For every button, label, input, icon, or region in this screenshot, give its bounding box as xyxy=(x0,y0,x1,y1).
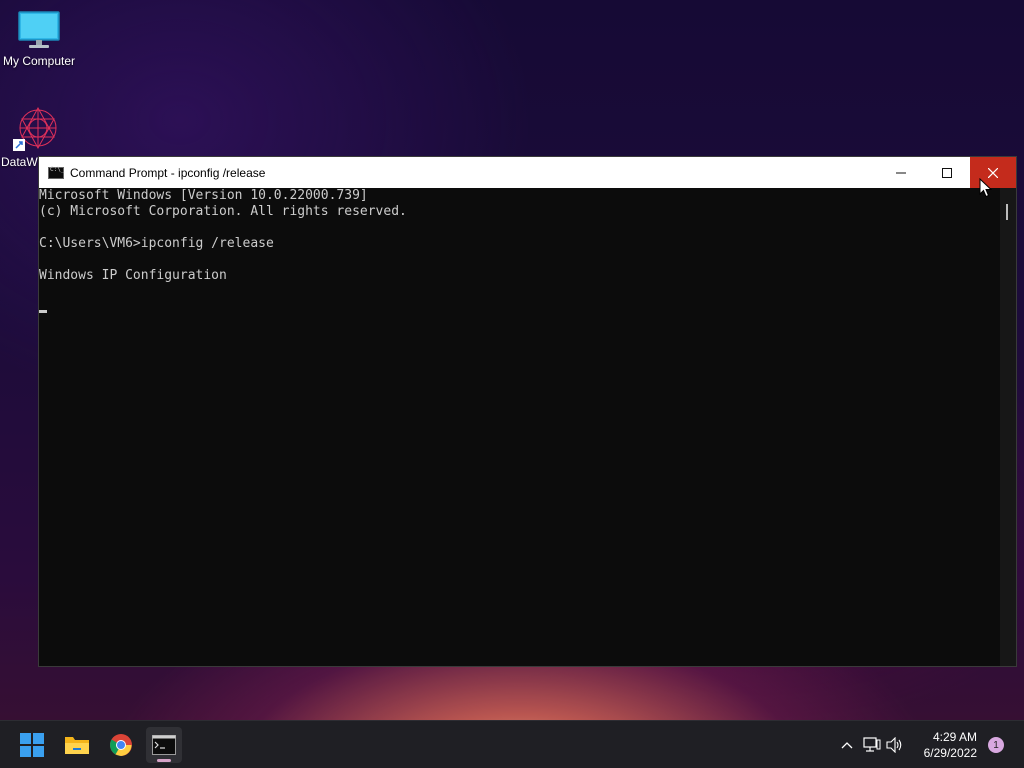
window-controls xyxy=(878,157,1016,188)
terminal-icon xyxy=(152,735,176,755)
maximize-icon xyxy=(942,167,952,178)
mouse-pointer-icon xyxy=(979,178,993,198)
console-line: Windows IP Configuration xyxy=(39,268,227,283)
close-button[interactable] xyxy=(970,157,1016,188)
window-title: Command Prompt - ipconfig /release xyxy=(70,165,266,180)
console-cursor-line xyxy=(39,300,1000,316)
taskbar-file-explorer[interactable] xyxy=(59,727,95,763)
network-icon xyxy=(863,737,881,752)
close-icon xyxy=(988,167,998,178)
taskbar-command-prompt[interactable] xyxy=(146,727,182,763)
cmd-app-icon xyxy=(48,166,64,179)
console-line: C:\Users\VM6>ipconfig /release xyxy=(39,236,274,251)
show-hidden-icons-button[interactable] xyxy=(836,734,858,756)
desktop-icon-my-computer[interactable]: My Computer xyxy=(0,10,79,68)
windows-logo-icon xyxy=(20,733,44,757)
command-prompt-window[interactable]: Command Prompt - ipconfig /release Micro… xyxy=(38,156,1017,667)
maximize-button[interactable] xyxy=(924,157,970,188)
speaker-icon xyxy=(886,737,902,753)
clock-date: 6/29/2022 xyxy=(923,746,977,760)
desktop-icon-label: My Computer xyxy=(2,54,76,68)
chevron-up-icon xyxy=(841,742,853,749)
chrome-icon xyxy=(110,734,132,756)
scrollbar-thumb[interactable] xyxy=(1006,204,1008,220)
minimize-button[interactable] xyxy=(878,157,924,188)
start-button[interactable] xyxy=(14,727,50,763)
console-output[interactable]: Microsoft Windows [Version 10.0.22000.73… xyxy=(39,188,1000,666)
network-button[interactable] xyxy=(861,734,883,756)
console-line: (c) Microsoft Corporation. All rights re… xyxy=(39,204,407,219)
minimize-icon xyxy=(896,172,906,173)
clock-time: 4:29 AM xyxy=(932,730,977,744)
taskbar-chrome[interactable] xyxy=(103,727,139,763)
console-line: Microsoft Windows [Version 10.0.22000.73… xyxy=(39,188,368,203)
datawarehouse-app-icon xyxy=(13,106,57,151)
system-tray: 4:29 AM 6/29/2022 1 xyxy=(824,721,1024,768)
active-app-indicator xyxy=(157,759,171,762)
window-titlebar[interactable]: Command Prompt - ipconfig /release xyxy=(39,157,1016,188)
taskbar-clock[interactable]: 4:29 AM 6/29/2022 xyxy=(924,729,977,761)
notification-badge[interactable]: 1 xyxy=(988,737,1004,753)
text-cursor xyxy=(39,310,47,313)
folder-icon xyxy=(65,737,89,754)
monitor-icon xyxy=(18,11,60,48)
taskbar: 4:29 AM 6/29/2022 1 xyxy=(0,720,1024,768)
volume-button[interactable] xyxy=(884,734,906,756)
vertical-scrollbar[interactable] xyxy=(1000,188,1016,666)
